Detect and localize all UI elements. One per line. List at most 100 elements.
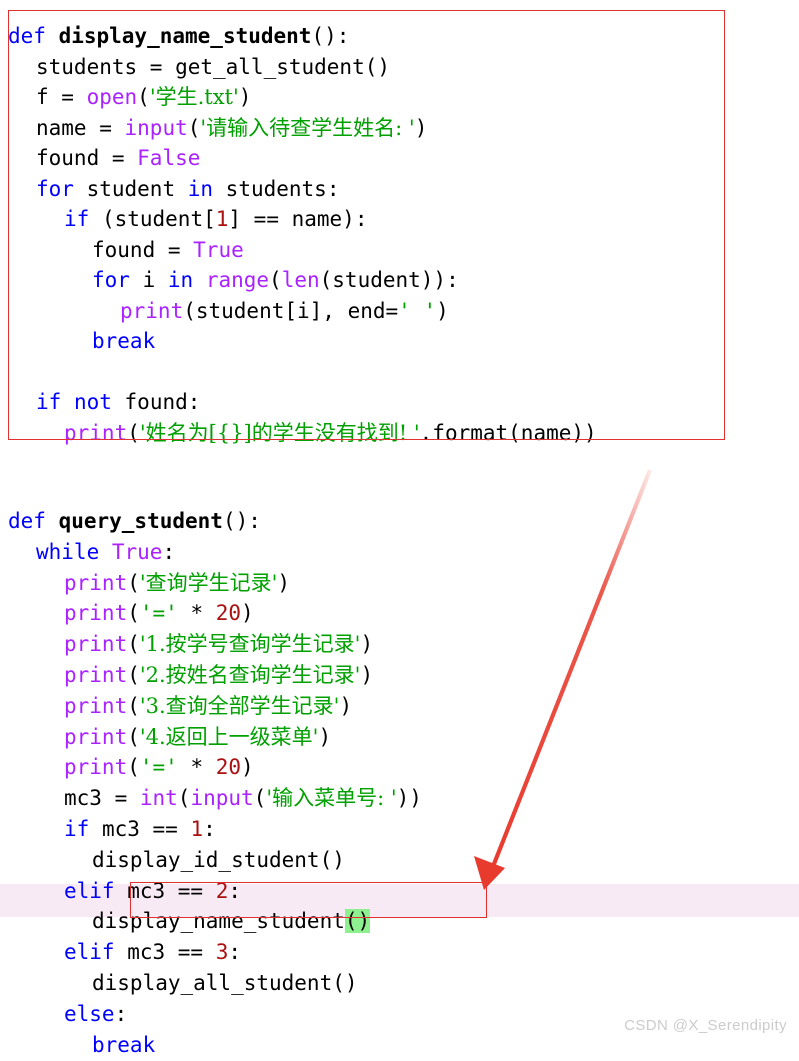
code-line[interactable]: print('3.查询全部学生记录') <box>8 690 352 722</box>
code-token: 1 <box>190 817 204 841</box>
code-token: students: <box>213 176 340 201</box>
code-token: display_all_student() <box>92 971 358 995</box>
code-token: '输入菜单号: ' <box>266 786 397 811</box>
code-token: if <box>64 817 90 841</box>
code-token: * <box>177 755 216 780</box>
code-line[interactable]: students = get_all_student() <box>8 51 390 83</box>
code-token: found = <box>92 237 194 262</box>
code-token: mc3 == <box>114 940 216 965</box>
code-token: : <box>162 539 176 564</box>
code-line[interactable]: f = open('学生.txt') <box>8 81 251 113</box>
code-line[interactable]: print('=' * 20) <box>8 751 254 783</box>
code-token: print <box>64 724 128 749</box>
code-token: elif <box>64 878 115 903</box>
code-token: not <box>73 390 112 414</box>
code-token: def <box>8 509 59 533</box>
code-token: display_name_student <box>92 909 345 934</box>
code-line[interactable]: elif mc3 == 3: <box>8 936 241 968</box>
code-token: ( <box>127 663 140 687</box>
code-token: True <box>111 539 163 564</box>
code-line[interactable]: print('姓名为[{}]的学生没有找到! '.format(name)) <box>8 417 597 449</box>
code-line[interactable]: for student in students: <box>8 173 339 205</box>
code-token: in <box>187 176 214 201</box>
code-token: : <box>228 878 242 903</box>
code-token: (student[i], end= <box>183 298 399 323</box>
code-token: 20 <box>215 601 242 626</box>
code-line[interactable]: print('2.按姓名查询学生记录') <box>8 659 373 691</box>
code-token: def <box>8 24 59 48</box>
code-token: ( <box>127 693 140 718</box>
code-line[interactable]: display_id_student() <box>8 844 345 876</box>
code-line[interactable]: break <box>8 325 155 357</box>
code-token: ) <box>436 298 449 323</box>
code-token: ) <box>277 570 291 595</box>
code-token: '=' <box>139 755 178 780</box>
code-line[interactable]: if (student[1] == name): <box>8 203 367 235</box>
code-line[interactable]: print('4.返回上一级菜单') <box>8 721 331 753</box>
code-token: mc3 == <box>114 878 216 903</box>
code-line[interactable]: def display_name_student(): <box>8 20 349 52</box>
code-token: '=' <box>139 601 178 626</box>
code-token: ( <box>127 601 140 626</box>
code-token: 20 <box>215 755 242 780</box>
code-token: '4.返回上一级菜单' <box>139 724 319 749</box>
code-token: name = <box>36 115 125 140</box>
code-token: len <box>281 268 320 292</box>
code-token: ( <box>127 755 140 780</box>
code-token: for <box>36 176 74 201</box>
code-line[interactable]: if not found: <box>8 386 200 418</box>
code-token: (student[ <box>89 207 216 231</box>
code-token: student <box>73 176 188 201</box>
code-line[interactable]: else: <box>8 998 127 1030</box>
code-line[interactable]: print('=' * 20) <box>8 597 254 629</box>
code-line[interactable]: display_all_student() <box>8 967 358 999</box>
code-token: False <box>137 146 201 170</box>
code-token: print <box>64 755 128 780</box>
code-token: break <box>92 1032 156 1057</box>
code-line[interactable]: for i in range(len(student)): <box>8 264 459 296</box>
code-line[interactable]: found = False <box>8 142 200 174</box>
code-token: ) <box>360 663 374 687</box>
code-token: f = <box>36 85 87 109</box>
green-highlighted-token: () <box>344 909 371 934</box>
code-token: print <box>64 693 128 718</box>
code-token: i <box>129 268 168 292</box>
code-token: * <box>177 601 216 626</box>
code-token: ' ' <box>398 298 437 323</box>
code-token: .format(name)) <box>419 420 597 445</box>
code-line[interactable]: name = input('请输入待查学生姓名: ') <box>8 112 427 144</box>
code-token: )) <box>396 786 422 811</box>
code-token: in <box>167 268 194 292</box>
code-token: ( <box>127 724 140 749</box>
code-line[interactable]: print('查询学生记录') <box>8 567 290 599</box>
code-token: students = get_all_student() <box>36 54 391 79</box>
code-token: display_id_student() <box>92 847 345 872</box>
code-token: while <box>36 539 100 564</box>
code-token: print <box>64 601 128 626</box>
code-token: (): <box>222 509 261 533</box>
code-line[interactable]: mc3 = int(input('输入菜单号: ')) <box>8 782 422 814</box>
code-token: '请输入待查学生姓名: ' <box>200 115 415 140</box>
code-token: else <box>64 1001 115 1026</box>
code-line-selected[interactable]: display_name_student() <box>8 905 371 937</box>
code-token: if <box>64 207 90 231</box>
code-line[interactable]: def query_student(): <box>8 505 261 537</box>
code-line[interactable]: print('1.按学号查询学生记录') <box>8 628 373 660</box>
code-token: found: <box>111 390 201 414</box>
code-token: '姓名为[{}]的学生没有找到! ' <box>139 420 420 445</box>
code-token: 1 <box>215 207 229 231</box>
code-token: display_name_student <box>58 24 312 48</box>
code-token: input <box>124 115 188 140</box>
code-line[interactable]: while True: <box>8 536 175 568</box>
code-line[interactable]: if mc3 == 1: <box>8 813 216 845</box>
code-token: mc3 == <box>89 817 191 841</box>
code-line[interactable]: break <box>8 1029 155 1061</box>
code-token: ) <box>241 601 254 626</box>
code-token: (student)): <box>319 268 459 292</box>
code-line[interactable]: print(student[i], end=' ') <box>8 295 449 327</box>
code-line[interactable]: found = True <box>8 234 244 266</box>
code-token: '3.查询全部学生记录' <box>139 693 340 718</box>
code-line[interactable]: elif mc3 == 2: <box>8 875 241 907</box>
